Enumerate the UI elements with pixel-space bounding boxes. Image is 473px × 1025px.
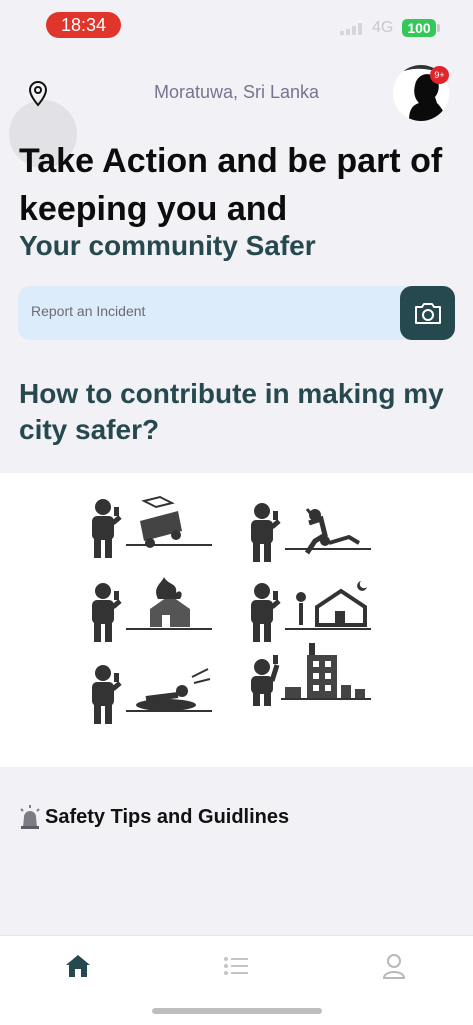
contribution-illustrations [0, 473, 473, 767]
camera-button[interactable] [400, 286, 455, 340]
battery-tip [437, 24, 440, 32]
tab-list[interactable] [221, 951, 251, 981]
camera-icon [414, 303, 441, 324]
network-type: 4G [372, 19, 394, 36]
tab-profile[interactable] [379, 951, 409, 981]
status-time: 18:34 [46, 12, 121, 38]
report-incident-field[interactable]: Report an Incident [18, 286, 452, 340]
contribute-title: How to contribute in making my city safe… [19, 378, 444, 445]
report-incident-placeholder: Report an Incident [31, 303, 146, 319]
list-icon [224, 957, 248, 975]
person-reporting-car-accident-icon [92, 495, 212, 558]
status-bar: 18:34 4G 100 [0, 0, 473, 50]
battery-indicator: 100 [402, 19, 436, 37]
tab-home[interactable] [63, 951, 93, 981]
home-icon [66, 955, 90, 977]
siren-icon [20, 805, 40, 829]
person-reporting-building-damage-icon [251, 643, 371, 706]
hero-headline: Take Action and be part of keeping you a… [19, 142, 443, 228]
home-indicator [152, 1008, 322, 1014]
person-reporting-house-fire-icon [92, 577, 212, 642]
safety-tips-header[interactable]: Safety Tips and Guidlines [19, 800, 289, 834]
person-reporting-burglary-icon [251, 581, 371, 642]
notification-badge[interactable]: 9+ [430, 66, 449, 84]
person-reporting-shooting-icon [92, 665, 212, 724]
profile-icon [382, 954, 406, 979]
person-reporting-assault-icon [251, 503, 371, 562]
cell-signal-icon [340, 23, 364, 35]
hero-subheadline: Your community Safer [19, 230, 316, 261]
safety-tips-label: Safety Tips and Guidlines [45, 805, 290, 828]
